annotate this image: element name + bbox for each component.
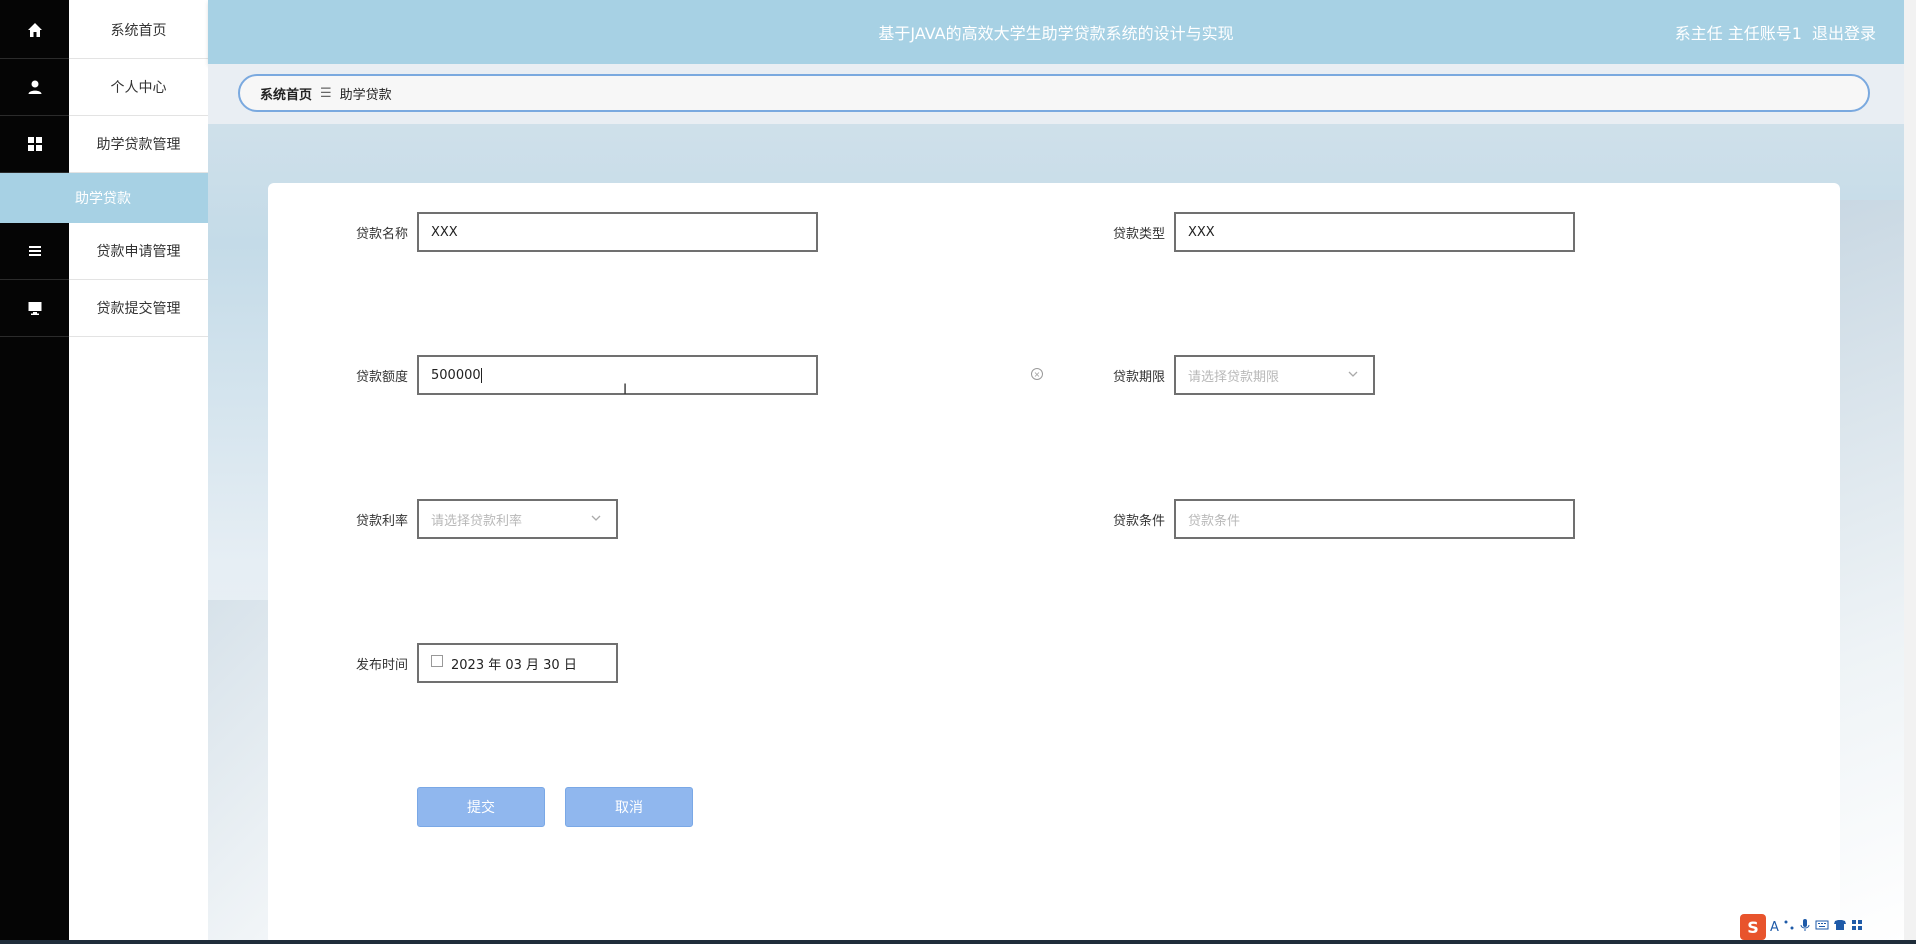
sidebar-item-submission-management[interactable]: 贷款提交管理 bbox=[0, 280, 208, 337]
clear-icon[interactable]: × bbox=[1031, 368, 1043, 380]
user-role-label: 系主任 主任账号1 bbox=[1674, 24, 1802, 43]
app-page: 系统首页 个人中心 助学贷款管理 助学贷款 贷款申请管理 贷款提交管理 基于JA… bbox=[0, 0, 1916, 944]
system-tray: S A bbox=[1740, 912, 1916, 942]
loan-rate-placeholder: 请选择贷款利率 bbox=[431, 513, 523, 529]
grid-icon bbox=[0, 116, 69, 173]
loan-term-select[interactable]: 请选择贷款期限 bbox=[1174, 355, 1375, 395]
sidebar-item-application-management[interactable]: 贷款申请管理 bbox=[0, 223, 208, 280]
app-title: 基于JAVA的高效大学生助学贷款系统的设计与实现 bbox=[878, 24, 1234, 43]
form-card bbox=[268, 183, 1840, 944]
top-header: 基于JAVA的高效大学生助学贷款系统的设计与实现 系主任 主任账号1 退出登录 bbox=[208, 0, 1904, 64]
loan-amount-value: 500000 bbox=[431, 367, 481, 383]
cancel-button[interactable]: 取消 bbox=[565, 787, 693, 827]
loan-name-label: 贷款名称 bbox=[355, 226, 408, 242]
calendar-icon bbox=[431, 655, 443, 667]
breadcrumb: 系统首页 ☰ 助学贷款 bbox=[238, 74, 1870, 112]
vertical-scrollbar[interactable] bbox=[1904, 0, 1916, 944]
punctuation-icon[interactable] bbox=[1783, 919, 1795, 935]
ime-mode-icon[interactable]: A bbox=[1770, 920, 1779, 935]
loan-name-value: XXX bbox=[431, 224, 458, 240]
loan-type-value: XXX bbox=[1188, 224, 1215, 240]
loan-term-placeholder: 请选择贷款期限 bbox=[1188, 369, 1280, 385]
sidebar-item-home[interactable]: 系统首页 bbox=[0, 2, 208, 59]
loan-type-label: 贷款类型 bbox=[1112, 226, 1165, 242]
sidebar-subitem-student-loan[interactable]: 助学贷款 bbox=[0, 173, 208, 223]
monitor-icon bbox=[0, 280, 69, 337]
sidebar-item-profile[interactable]: 个人中心 bbox=[0, 59, 208, 116]
loan-amount-label: 贷款额度 bbox=[355, 369, 408, 385]
ime-logo-icon[interactable]: S bbox=[1740, 914, 1766, 940]
sidebar-item-label: 贷款提交管理 bbox=[69, 280, 208, 337]
chevron-down-icon bbox=[1347, 368, 1361, 382]
microphone-icon[interactable] bbox=[1799, 918, 1811, 936]
loan-condition-placeholder: 贷款条件 bbox=[1188, 513, 1241, 529]
sidebar-item-label: 助学贷款管理 bbox=[69, 116, 208, 173]
chevron-down-icon bbox=[590, 512, 604, 526]
sidebar-subitem-label: 助学贷款 bbox=[75, 191, 131, 207]
sidebar-item-label: 个人中心 bbox=[69, 59, 208, 116]
publish-time-datepicker[interactable]: 2023 年 03 月 30 日 bbox=[417, 643, 618, 683]
mouse-cursor-icon: I bbox=[623, 382, 628, 398]
loan-condition-label: 贷款条件 bbox=[1112, 513, 1165, 529]
breadcrumb-home-link[interactable]: 系统首页 bbox=[260, 84, 312, 103]
skin-icon[interactable] bbox=[1833, 919, 1847, 935]
user-icon bbox=[0, 59, 69, 116]
loan-rate-label: 贷款利率 bbox=[355, 513, 408, 529]
toolbox-grid-icon[interactable] bbox=[1851, 919, 1863, 935]
sidebar-item-loan-management[interactable]: 助学贷款管理 bbox=[0, 116, 208, 173]
list-icon bbox=[0, 223, 69, 280]
loan-rate-select[interactable]: 请选择贷款利率 bbox=[417, 499, 618, 539]
text-caret bbox=[480, 367, 482, 383]
header-user-area: 系主任 主任账号1 退出登录 bbox=[1675, 0, 1876, 64]
publish-time-value: 2023 年 03 月 30 日 bbox=[451, 657, 577, 673]
loan-name-input[interactable]: XXX bbox=[417, 212, 818, 252]
submit-button[interactable]: 提交 bbox=[417, 787, 545, 827]
sidebar-item-label: 贷款申请管理 bbox=[69, 223, 208, 280]
background-decoration bbox=[1840, 200, 1904, 944]
keyboard-icon[interactable] bbox=[1815, 919, 1829, 935]
bottom-taskbar-edge bbox=[0, 940, 1916, 944]
loan-term-label: 贷款期限 bbox=[1112, 369, 1165, 385]
home-icon bbox=[0, 2, 69, 59]
breadcrumb-current: 助学贷款 bbox=[339, 87, 392, 103]
loan-type-input[interactable]: XXX bbox=[1174, 212, 1575, 252]
loan-condition-input[interactable]: 贷款条件 bbox=[1174, 499, 1575, 539]
publish-time-label: 发布时间 bbox=[355, 657, 408, 673]
sidebar-item-label: 系统首页 bbox=[69, 2, 208, 59]
logout-link[interactable]: 退出登录 bbox=[1812, 20, 1876, 44]
loan-amount-input[interactable]: 500000 bbox=[417, 355, 818, 395]
breadcrumb-separator-icon: ☰ bbox=[320, 85, 332, 101]
